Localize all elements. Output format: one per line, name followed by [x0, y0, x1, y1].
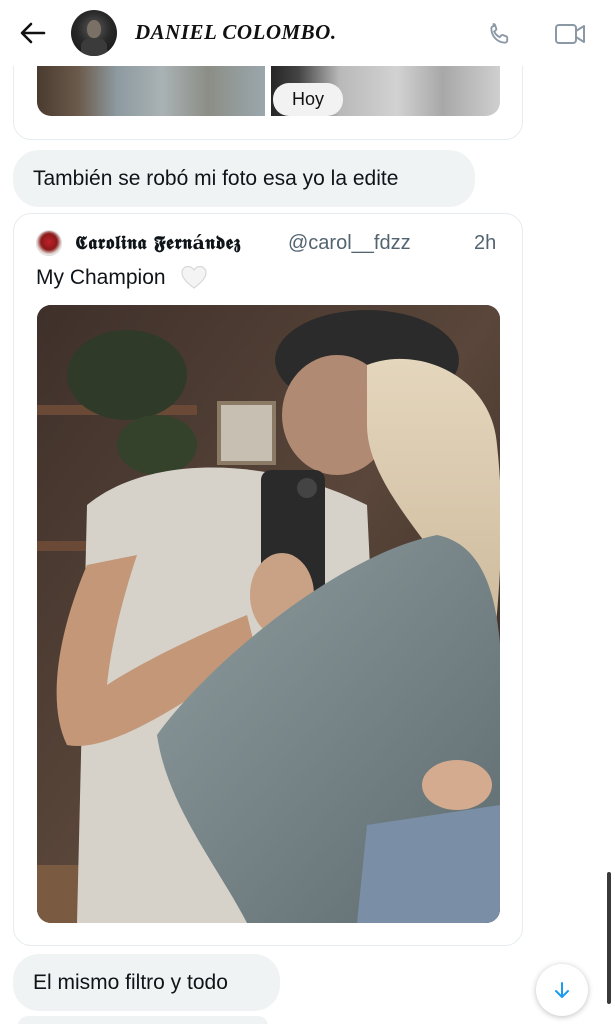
tweet-photo[interactable] [37, 305, 500, 923]
previous-photo-left[interactable] [37, 66, 265, 116]
message-bubble[interactable]: El mismo filtro y todo [13, 954, 280, 1011]
scrollbar[interactable] [607, 872, 611, 1004]
date-pill: Hoy [273, 83, 343, 116]
phone-icon [490, 23, 509, 44]
tweet-author-name[interactable]: 𝕮𝖆𝖗𝖔𝖑𝖎𝖓𝖆 𝕱𝖊𝖗𝖓á𝖓𝖉𝖊𝖟 [75, 232, 241, 254]
message-bubble[interactable] [18, 1016, 268, 1024]
contact-name[interactable]: DANIEL COLOMBO. [135, 20, 337, 45]
tweet-text: My Champion [36, 266, 166, 289]
tweet-timestamp: 2h [474, 232, 497, 254]
arrow-down-icon [555, 982, 569, 998]
video-call-button[interactable] [552, 18, 588, 50]
tweet-author-avatar[interactable] [36, 230, 62, 256]
video-camera-icon [555, 24, 585, 44]
white-heart-icon [181, 265, 207, 289]
arrow-left-icon [20, 22, 46, 44]
message-text: También se robó mi foto esa yo la edite [33, 166, 399, 190]
message-text: El mismo filtro y todo [33, 970, 228, 994]
tweet-author-handle[interactable]: @carol__fdzz [288, 232, 411, 255]
call-button[interactable] [484, 18, 516, 50]
scroll-to-bottom-button[interactable] [536, 964, 588, 1016]
message-bubble[interactable]: También se robó mi foto esa yo la edite [13, 150, 475, 207]
tweet-photo-image [37, 305, 500, 923]
back-button[interactable] [18, 18, 48, 48]
avatar[interactable] [71, 10, 117, 56]
chat-header: DANIEL COLOMBO. [0, 0, 615, 66]
